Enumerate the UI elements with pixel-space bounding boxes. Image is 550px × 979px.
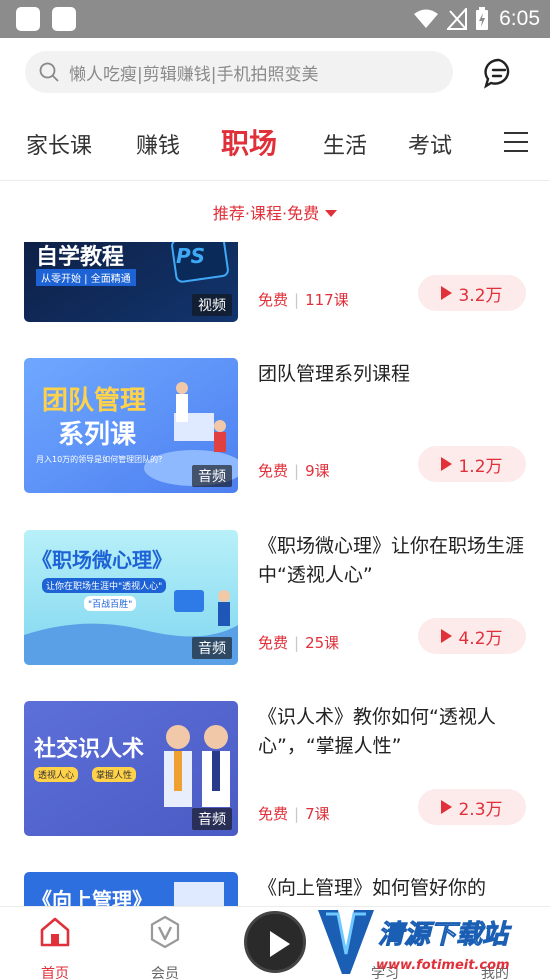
thumb-subtitle: 让你在职场生涯中"透视人心" (42, 578, 167, 593)
thumb-subtitle: 系列课 (58, 420, 137, 450)
thumb-caption: "百战百胜" (84, 596, 137, 611)
thumb-tag: 掌握人性 (92, 767, 137, 782)
play-icon (441, 629, 453, 643)
status-bar: 6:05 (0, 0, 550, 38)
play-count: 1.2万 (458, 456, 503, 477)
search-icon (39, 62, 59, 82)
thumb-tag: 透视人心 (34, 767, 79, 782)
thumb-title: 团队管理 (42, 386, 147, 416)
course-thumbnail: 《职场微心理》 让你在职场生涯中"透视人心" "百战百胜" 音频 (24, 530, 238, 665)
media-type-badge: 视频 (192, 294, 232, 316)
play-count-button[interactable]: 2.3万 (418, 789, 526, 825)
lesson-count: 25课 (305, 634, 340, 652)
tab-life[interactable]: 生活 (323, 128, 367, 160)
course-item[interactable]: 自学教程 从零开始 | 全面精通 PS 视频 免费 | 117课 3.2万 (0, 242, 550, 322)
price: 免费 (258, 805, 289, 823)
course-item[interactable]: 《向上管理》 《向上管理》如何管好你的 (0, 872, 550, 906)
course-meta: 免费 | 117课 (258, 291, 349, 309)
filter-dropdown[interactable]: 推荐·课程·免费 (0, 200, 550, 224)
message-button[interactable] (483, 57, 515, 89)
course-item[interactable]: 《职场微心理》 让你在职场生涯中"透视人心" "百战百胜" 音频 《职场微心理》… (0, 530, 550, 665)
course-meta: 免费 | 7课 (258, 805, 330, 823)
lesson-count: 117课 (305, 291, 349, 309)
thumb-title: 《向上管理》 (32, 888, 152, 906)
course-thumbnail: 社交识人术 透视人心 掌握人性 音频 (24, 701, 238, 836)
tab-make-money[interactable]: 赚钱 (136, 128, 180, 160)
course-title: 《向上管理》如何管好你的 (258, 877, 487, 899)
clock: 6:05 (499, 7, 540, 30)
search-input[interactable]: 懒人吃瘦|剪辑赚钱|手机拍照变美 (25, 51, 453, 93)
watermark-logo (318, 910, 374, 974)
price: 免费 (258, 462, 289, 480)
media-type-badge: 音频 (192, 465, 232, 487)
play-count-button[interactable]: 4.2万 (418, 618, 526, 654)
nav-label: 首页 (41, 966, 69, 979)
price: 免费 (258, 291, 289, 309)
play-icon (441, 800, 453, 814)
no-signal-icon (447, 8, 468, 30)
nav-vip[interactable]: 会员 (125, 915, 205, 979)
category-tabs: 家长课 赚钱 职场 生活 考试 (0, 118, 550, 174)
caret-down-icon (325, 210, 338, 217)
play-count: 2.3万 (458, 799, 503, 820)
search-placeholder: 懒人吃瘦|剪辑赚钱|手机拍照变美 (69, 64, 319, 85)
watermark-url: www.fotimeit.com (376, 958, 510, 973)
course-item[interactable]: 团队管理 系列课 月入10万的领导是如何管理团队的? 音频 团队管理系列课程 免… (0, 358, 550, 493)
watermark-text: 清源下载站 (377, 920, 509, 951)
course-list: 自学教程 从零开始 | 全面精通 PS 视频 免费 | 117课 3.2万 团队管理… (0, 242, 550, 906)
course-meta: 免费 | 9课 (258, 462, 330, 480)
notification-icon (52, 7, 76, 31)
chat-bubble-icon (484, 58, 510, 89)
vip-icon (150, 915, 180, 949)
tab-exam[interactable]: 考试 (408, 128, 452, 160)
play-icon (270, 931, 290, 957)
thumb-title: 社交识人术 (34, 737, 145, 762)
course-title: 《职场微心理》让你在职场生涯中“透视人心” (258, 535, 525, 586)
course-item[interactable]: 社交识人术 透视人心 掌握人性 音频 《识人术》教你如何“透视人心”，“掌握人性… (0, 701, 550, 836)
play-count: 4.2万 (458, 628, 503, 649)
nav-label: 会员 (151, 966, 179, 979)
tab-parent-course[interactable]: 家长课 (26, 128, 92, 160)
thumb-title: 自学教程 (36, 245, 125, 270)
lesson-count: 7课 (305, 805, 330, 823)
price: 免费 (258, 634, 289, 652)
course-thumbnail: 《向上管理》 (24, 872, 238, 906)
course-thumbnail: 自学教程 从零开始 | 全面精通 PS 视频 (24, 242, 238, 322)
course-title: 《识人术》教你如何“透视人心”，“掌握人性” (258, 706, 496, 757)
course-title: 团队管理系列课程 (258, 363, 411, 385)
ps-logo: PS (176, 244, 206, 268)
notification-icon (16, 7, 40, 31)
battery-charging-icon (476, 7, 489, 30)
course-meta: 免费 | 25课 (258, 634, 340, 652)
lesson-count: 9课 (305, 462, 330, 480)
media-type-badge: 音频 (192, 808, 232, 830)
thumb-caption: 月入10万的领导是如何管理团队的? (36, 455, 163, 464)
media-type-badge: 音频 (192, 637, 232, 659)
nav-home[interactable]: 首页 (15, 915, 95, 979)
play-count-button[interactable]: 3.2万 (418, 275, 526, 311)
category-menu-button[interactable] (504, 131, 528, 153)
play-count-button[interactable]: 1.2万 (418, 446, 526, 482)
audio-player-button[interactable] (244, 911, 306, 973)
watermark: 清源下载站 www.fotimeit.com (316, 906, 550, 979)
tab-workplace[interactable]: 职场 (221, 122, 277, 162)
wifi-icon (414, 9, 439, 28)
divider (0, 180, 550, 181)
play-count: 3.2万 (458, 285, 503, 306)
home-icon (40, 917, 70, 947)
filter-label: 推荐·课程·免费 (212, 204, 320, 223)
play-icon (441, 457, 453, 471)
thumb-subtitle: 从零开始 | 全面精通 (36, 269, 136, 286)
thumb-title: 《职场微心理》 (32, 548, 172, 572)
play-icon (441, 286, 453, 300)
course-thumbnail: 团队管理 系列课 月入10万的领导是如何管理团队的? 音频 (24, 358, 238, 493)
